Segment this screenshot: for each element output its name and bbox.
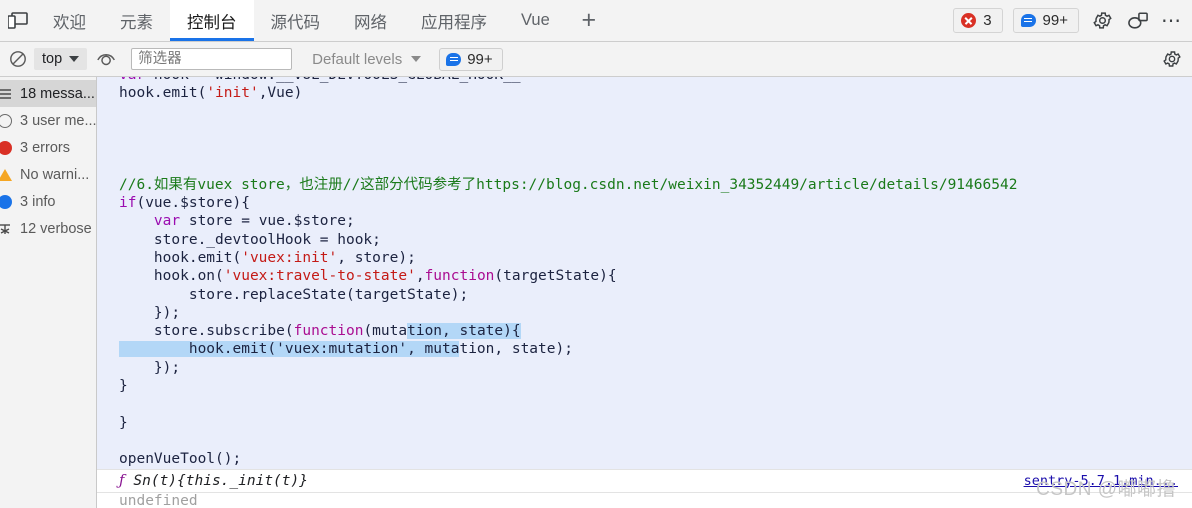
function-glyph-icon: ƒ (119, 472, 125, 489)
chevron-down-icon (411, 56, 422, 62)
tab-console-label: 控制台 (187, 13, 237, 32)
console-output: var hook = window.__VUE_DEVTOOLS_GLOBAL_… (97, 77, 1192, 508)
more-options-label: ⋯ (1161, 10, 1182, 32)
execution-context-value: top (42, 51, 63, 67)
execution-context-selector[interactable]: top (34, 48, 88, 70)
tab-welcome[interactable]: 欢迎 (36, 0, 103, 41)
devices-icon[interactable] (1125, 8, 1151, 34)
console-code-message[interactable]: var hook = window.__VUE_DEVTOOLS_GLOBAL_… (97, 77, 1192, 469)
code-line: //6.如果有vuex store，也注册//这部分代码参考了https://b… (119, 176, 1018, 193)
code-line: hook.on('vuex:travel-to-state',function(… (119, 268, 617, 285)
more-options-icon[interactable]: ⋯ (1161, 8, 1184, 33)
sidebar-item-label: 12 verbose (20, 220, 92, 237)
console-toolbar: top Default levels 99+ (0, 42, 1192, 77)
sidebar-item-label: 3 errors (20, 139, 70, 156)
tab-sources-label: 源代码 (270, 13, 321, 32)
code-line: } (119, 414, 128, 431)
tab-console[interactable]: 控制台 (170, 0, 254, 41)
tab-application[interactable]: 应用程序 (404, 0, 504, 41)
code-line: hook.emit('vuex:init', store); (119, 249, 416, 266)
sidebar-item-warnings[interactable]: No warni... (0, 161, 96, 188)
sidebar-item-label: No warni... (20, 166, 90, 183)
tab-sources[interactable]: 源代码 (254, 0, 338, 41)
code-line: if(vue.$store){ (119, 195, 250, 212)
tab-network[interactable]: 网络 (337, 0, 404, 41)
tab-vue-label: Vue (521, 11, 550, 29)
circle-icon (0, 113, 13, 129)
console-result-value: Sn(t){this._init(t)} (133, 472, 308, 489)
message-bubble-icon (446, 52, 462, 66)
verbose-icon (0, 221, 13, 237)
error-icon (0, 140, 13, 156)
tabbar-right-controls: 3 99+ ⋯ (953, 0, 1192, 41)
code-line: hook.emit('init',Vue) (119, 85, 303, 102)
sidebar-item-label: 3 info (20, 193, 56, 210)
sidebar-item-info[interactable]: 3 info (0, 188, 96, 215)
code-line: store.replaceState(targetState); (119, 286, 469, 303)
code-line: openVueTool(); (119, 451, 242, 468)
gear-icon[interactable] (1089, 8, 1115, 34)
code-line: }); (119, 304, 181, 321)
code-line: store.subscribe(function(mutation, state… (119, 323, 521, 340)
eye-icon[interactable] (93, 46, 121, 72)
tab-list: 欢迎 元素 控制台 源代码 网络 应用程序 Vue (36, 0, 567, 41)
list-icon (0, 86, 13, 102)
console-next-message: undefined (119, 492, 198, 507)
log-levels-selector[interactable]: Default levels (312, 50, 422, 68)
devtools-tabbar: 欢迎 元素 控制台 源代码 网络 应用程序 Vue + 3 99+ ⋯ (0, 0, 1192, 42)
tab-elements-label: 元素 (120, 13, 153, 32)
sidebar-item-verbose[interactable]: 12 verbose (0, 215, 96, 242)
code-line: var store = vue.$store; (153, 213, 355, 230)
device-toolbar-icon[interactable] (0, 0, 36, 41)
message-count-badge[interactable]: 99+ (1012, 8, 1079, 33)
message-bubble-icon (1020, 14, 1036, 27)
tab-welcome-label: 欢迎 (53, 13, 86, 32)
console-sidebar: 18 messa... 3 user me... 3 errors No war… (0, 77, 97, 508)
add-tab-button[interactable]: + (567, 0, 611, 41)
tab-network-label: 网络 (354, 13, 387, 32)
code-line: hook.emit('vuex:mutation', mutation, sta… (119, 341, 573, 358)
sidebar-item-label: 3 user me... (20, 112, 97, 129)
toolbar-message-count: 99+ (467, 50, 493, 68)
chevron-down-icon (69, 56, 80, 62)
error-count-badge[interactable]: 3 (953, 8, 1003, 33)
message-count-label: 99+ (1042, 12, 1068, 29)
sidebar-item-user-messages[interactable]: 3 user me... (0, 107, 96, 134)
toolbar-message-badge[interactable]: 99+ (439, 47, 503, 71)
sidebar-item-errors[interactable]: 3 errors (0, 134, 96, 161)
filter-input[interactable] (131, 48, 293, 70)
sidebar-item-all-messages[interactable]: 18 messa... (0, 80, 96, 107)
add-tab-label: + (581, 6, 597, 34)
error-count-label: 3 (983, 12, 992, 29)
info-icon (0, 194, 13, 210)
tab-elements[interactable]: 元素 (103, 0, 170, 41)
tab-application-label: 应用程序 (421, 13, 487, 32)
code-line: }); (119, 359, 181, 376)
clear-console-icon[interactable] (4, 46, 32, 72)
console-settings-gear-icon[interactable] (1159, 46, 1192, 72)
sidebar-item-label: 18 messa... (20, 85, 95, 102)
console-main: 18 messa... 3 user me... 3 errors No war… (0, 77, 1192, 508)
warning-icon (0, 167, 13, 183)
tab-vue[interactable]: Vue (504, 0, 567, 41)
error-icon (961, 13, 977, 28)
log-levels-label: Default levels (312, 50, 403, 68)
code-line: store._devtoolHook = hook; (119, 231, 381, 248)
console-result-row[interactable]: ƒ Sn(t){this._init(t)} sentry-5.7.1.min.… (97, 468, 1192, 493)
code-line: } (119, 378, 128, 395)
source-link[interactable]: sentry-5.7.1.min... (1024, 473, 1178, 489)
code-line: var hook = window.__VUE_DEVTOOLS_GLOBAL_… (119, 77, 1192, 84)
